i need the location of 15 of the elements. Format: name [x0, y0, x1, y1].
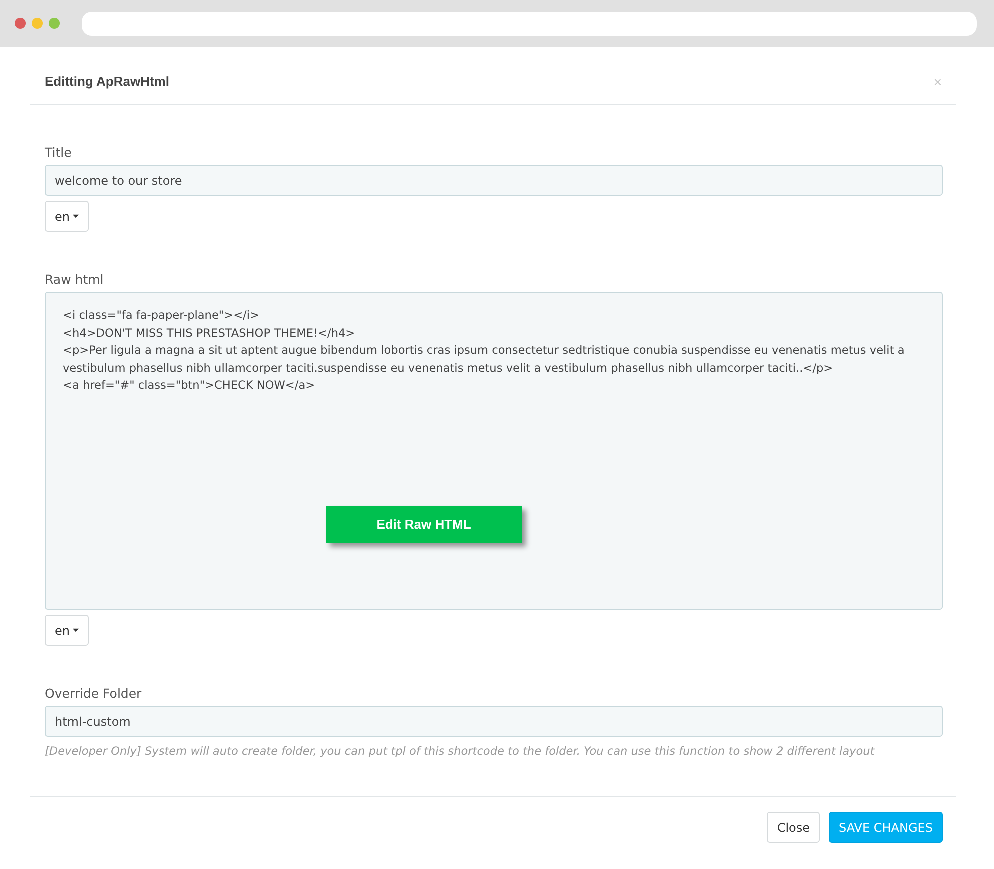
field-label: Override Folder	[45, 686, 143, 701]
edit-raw-html-banner: Edit Raw HTML	[326, 506, 522, 543]
text-field[interactable]: welcome to our store	[45, 165, 943, 196]
code-line: <h4>DON'T MISS THIS PRESTASHOP THEME!</h4>	[63, 326, 356, 342]
language-dropdown[interactable]: en	[45, 201, 89, 232]
code-line: <a href="#" class="btn">CHECK NOW</a>	[63, 378, 316, 394]
code-line: <p>Per ligula a magna a sit ut aptent augue bibendum lobortis cras ipsum consectetur sedtristique conubia suspendisse eu venenatis metus velit a vestibulum phasellus nibh ullamcorper taciti.suspendisse eu venenatis metus velit a vestibulum phasellus nibh ullamcorper taciti..</p>	[63, 343, 906, 376]
text-field[interactable]: html-custom	[45, 706, 943, 737]
field-label: Raw html	[45, 272, 105, 287]
modal-title: Editting ApRawHtml	[45, 74, 170, 89]
field-label: Title	[45, 145, 73, 160]
close-button[interactable]: Close	[767, 812, 820, 843]
language-dropdown[interactable]: en	[45, 615, 89, 646]
help-text: [Developer Only] System will auto create folder, you can put tpl of this shortcode to the folder. You can use this function to show 2 different layout	[45, 745, 876, 758]
code-line: <i class="fa fa-paper-plane"></i>	[63, 308, 260, 324]
